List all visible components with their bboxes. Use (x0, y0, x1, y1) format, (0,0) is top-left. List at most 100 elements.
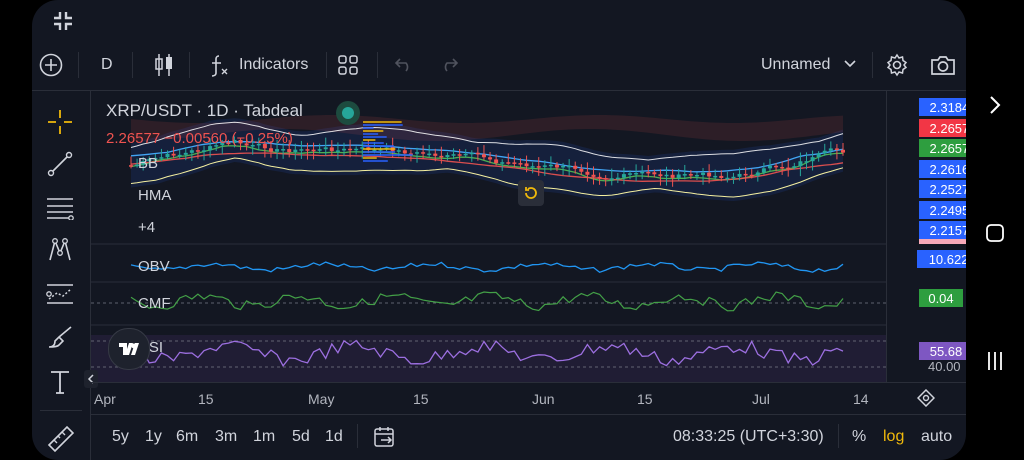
legend-hma[interactable]: HMA (138, 187, 171, 204)
range-5y[interactable]: 5y (112, 428, 129, 446)
candle-body (445, 155, 450, 158)
camera-icon[interactable] (929, 52, 957, 78)
legend-more[interactable]: +4 (138, 219, 155, 236)
log-toggle[interactable]: log (883, 428, 904, 446)
range-3m[interactable]: 3m (215, 428, 237, 446)
candle-body (828, 148, 833, 151)
trend-line-icon[interactable] (46, 150, 74, 178)
candle-body (536, 166, 541, 168)
crosshair-icon[interactable] (46, 108, 74, 136)
candle-body (713, 175, 718, 178)
settings-gear-icon[interactable] (884, 52, 910, 78)
candle-body (354, 148, 359, 151)
candle-body (189, 150, 194, 153)
range-1y[interactable]: 1y (145, 428, 162, 446)
candle-body (457, 154, 462, 156)
go-to-date-icon[interactable] (915, 387, 937, 409)
candle-body (129, 165, 133, 167)
market-status-icon[interactable] (336, 101, 360, 125)
calendar-range-icon[interactable] (372, 424, 398, 450)
candles-icon[interactable] (152, 52, 176, 78)
pane-label-cmf[interactable]: CMF (138, 295, 171, 312)
volume-profile-bar (363, 124, 403, 126)
home-nav-icon[interactable] (982, 220, 1008, 246)
chevron-down-icon[interactable] (842, 56, 858, 72)
candle-body (506, 162, 511, 164)
reset-chart-icon[interactable] (518, 180, 544, 206)
range-6m[interactable]: 6m (176, 428, 198, 446)
add-symbol-icon[interactable] (38, 52, 64, 78)
candle-body (299, 149, 304, 151)
candle-body (603, 178, 608, 180)
volume-profile-bar (363, 148, 396, 150)
rsi-level-label: 40.00 (928, 359, 961, 374)
volume-profile-bar (363, 127, 374, 129)
chevron-right-icon[interactable] (982, 92, 1008, 118)
candle-body (737, 173, 742, 177)
layouts-grid-icon[interactable] (335, 52, 361, 78)
indicators-button[interactable]: Indicators (239, 56, 308, 74)
candle-body (433, 153, 438, 156)
candle-body (792, 166, 797, 168)
forecast-icon[interactable] (44, 280, 76, 308)
range-5d[interactable]: 5d (292, 428, 310, 446)
candle-body (494, 159, 499, 164)
pattern-icon[interactable] (46, 236, 74, 264)
text-tool-icon[interactable] (46, 368, 74, 396)
price-tag-2: 2.26577 (919, 119, 966, 137)
volume-profile-bar (363, 151, 396, 153)
pane-label-obv[interactable]: OBV (138, 258, 170, 275)
candle-body (591, 174, 596, 177)
percent-toggle[interactable]: % (852, 428, 866, 446)
indicators-icon[interactable] (207, 52, 231, 78)
volume-profile-bar (363, 145, 394, 147)
candle-body (530, 166, 535, 168)
candle-body (311, 149, 316, 152)
range-1d[interactable]: 1d (325, 428, 343, 446)
candle-body (500, 162, 505, 164)
collapse-toolbar-icon[interactable] (84, 370, 98, 388)
candle-body (640, 171, 645, 174)
undo-icon[interactable] (391, 52, 417, 78)
fib-retracement-icon[interactable] (44, 194, 76, 222)
clock-timezone[interactable]: 08:33:25 (UTC+3:30) (673, 428, 824, 446)
legend-bb[interactable]: BB (138, 155, 158, 172)
candle-body (652, 172, 657, 175)
candle-body (707, 172, 712, 177)
candle-body (841, 149, 845, 153)
candle-body (518, 163, 523, 165)
layout-name[interactable]: Unnamed (761, 56, 830, 74)
symbol-title[interactable]: XRP/USDT · 1D · Tabdeal (106, 101, 303, 121)
candle-body (634, 172, 639, 175)
recents-nav-icon[interactable] (982, 348, 1008, 374)
candle-body (682, 174, 687, 176)
redo-icon[interactable] (436, 52, 462, 78)
brush-icon[interactable] (46, 324, 76, 352)
candle-body (275, 149, 280, 152)
candle-body (281, 149, 286, 151)
auto-toggle[interactable]: auto (921, 428, 952, 446)
ruler-icon[interactable] (46, 424, 76, 454)
candle-body (335, 150, 340, 152)
interval-button[interactable]: D (101, 56, 113, 74)
time-tick: 15 (413, 391, 429, 407)
candle-body (183, 152, 188, 155)
candle-body (822, 150, 827, 154)
candle-body (834, 148, 839, 150)
tradingview-logo[interactable] (108, 328, 150, 370)
volume-profile-bar (363, 157, 377, 159)
candle-body (567, 165, 572, 168)
time-tick: Apr (94, 391, 116, 407)
range-1m[interactable]: 1m (253, 428, 275, 446)
price-tag-strip (919, 239, 966, 244)
candle-body (646, 171, 651, 174)
candle-body (774, 165, 779, 168)
candle-body (786, 167, 791, 170)
candle-body (488, 157, 493, 160)
price-tag-7: 2.21576 (919, 221, 966, 239)
price-tag-4: 2.26169 (919, 160, 966, 178)
obv-value-tag: 10.622M (917, 250, 966, 268)
price-tag-3: 2.26577 (919, 139, 966, 157)
exit-fullscreen-icon[interactable] (50, 8, 76, 34)
rsi-value-tag: 55.68 (919, 342, 966, 360)
